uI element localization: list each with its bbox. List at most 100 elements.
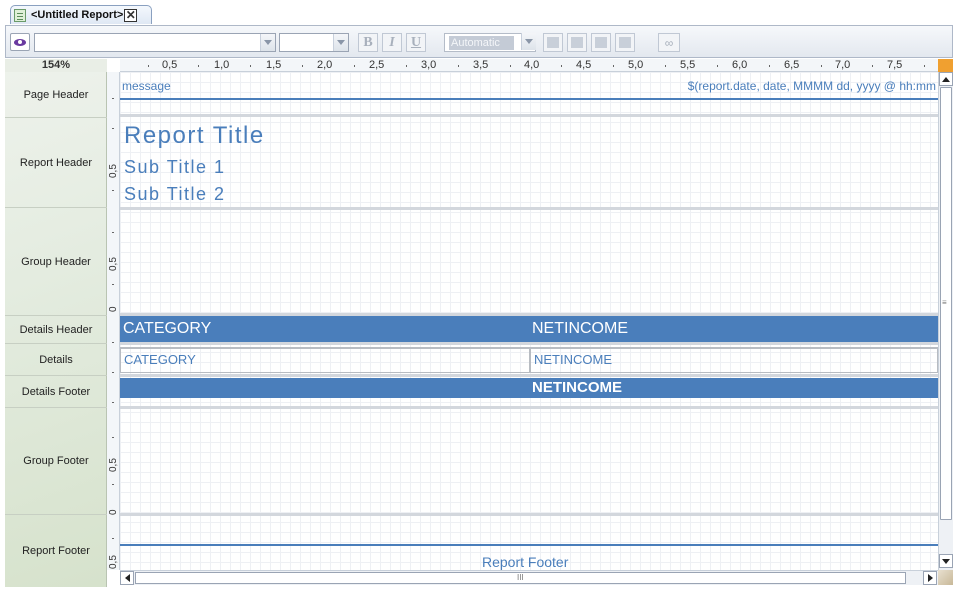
band-page-header[interactable]: Page Header xyxy=(5,73,107,118)
ruler-tick xyxy=(406,65,407,67)
ruler-label: 1,0 xyxy=(214,59,230,71)
horizontal-scroll-thumb[interactable]: III xyxy=(135,572,906,584)
ruler-label: 6,0 xyxy=(732,59,748,71)
arrow-right-icon xyxy=(927,574,933,582)
ruler-label: 7,0 xyxy=(835,59,851,71)
section-divider[interactable] xyxy=(120,513,938,516)
horizontal-ruler: 0,5 1,0 1,5 2,0 2,5 3,0 3,5 4,0 4,5 5,0 … xyxy=(120,59,938,72)
details-netincome-field[interactable]: NETINCOME xyxy=(530,347,938,373)
ruler-label: 1,5 xyxy=(266,59,282,71)
details-footer-netincome[interactable]: NETINCOME xyxy=(532,379,622,396)
report-title[interactable]: Report Title xyxy=(124,122,265,150)
ruler-label: 0,5 xyxy=(108,164,119,178)
chevron-down-icon[interactable] xyxy=(521,33,536,50)
chevron-down-icon[interactable] xyxy=(260,34,275,51)
report-footer-label[interactable]: Report Footer xyxy=(482,554,568,570)
ruler-tick xyxy=(458,65,459,67)
ruler-label: 4,0 xyxy=(524,59,540,71)
vertical-scroll-thumb[interactable]: ≡ xyxy=(940,87,952,520)
details-header-category[interactable]: CATEGORY xyxy=(123,320,211,338)
section-divider[interactable] xyxy=(120,374,938,377)
ruler-tick xyxy=(821,65,822,67)
bold-button[interactable]: B xyxy=(358,33,378,52)
ruler-tick xyxy=(112,190,114,191)
vertical-scrollbar[interactable]: ≡ xyxy=(938,72,953,570)
page-header-message-field[interactable]: message xyxy=(122,79,171,93)
ruler-tick xyxy=(112,232,114,233)
zoom-level[interactable]: 154% xyxy=(5,59,107,72)
page-header-rule xyxy=(120,98,938,100)
tab-untitled-report[interactable]: <Untitled Report> ✕ xyxy=(10,5,152,24)
ruler-corner xyxy=(938,59,953,72)
ruler-label: 2,0 xyxy=(317,59,333,71)
arrow-up-icon xyxy=(942,76,950,82)
grip-icon: ≡ xyxy=(942,298,947,307)
text-color-dropdown[interactable] xyxy=(517,33,536,52)
tab-title: <Untitled Report> xyxy=(31,9,124,21)
align-center-button[interactable] xyxy=(567,33,587,52)
ruler-label: 0 xyxy=(108,509,119,515)
ruler-tick xyxy=(561,65,562,67)
section-divider[interactable] xyxy=(120,406,938,409)
text-color-combo[interactable]: Automatic xyxy=(444,33,536,52)
scroll-up-button[interactable] xyxy=(939,72,953,86)
ruler-tick xyxy=(198,65,199,67)
hyperlink-button[interactable]: ∞ xyxy=(658,33,680,52)
report-canvas[interactable]: message $(report.date, date, MMMM dd, yy… xyxy=(120,72,938,570)
horizontal-scrollbar[interactable]: III xyxy=(120,570,938,585)
ruler-label: 0,5 xyxy=(162,59,178,71)
report-footer-rule xyxy=(120,544,938,546)
ruler-tick xyxy=(112,484,114,485)
align-justify-button[interactable] xyxy=(615,33,635,52)
scroll-down-button[interactable] xyxy=(939,554,953,568)
ruler-tick xyxy=(112,342,114,343)
align-right-button[interactable] xyxy=(591,33,611,52)
font-size-combo[interactable] xyxy=(279,33,349,52)
arrow-left-icon xyxy=(124,574,130,582)
italic-button[interactable]: I xyxy=(382,33,402,52)
page-header-date-field[interactable]: $(report.date, date, MMMM dd, yyyy @ hh:… xyxy=(688,79,936,93)
band-details[interactable]: Details xyxy=(5,344,107,376)
section-divider[interactable] xyxy=(120,342,938,345)
details-footer-bar[interactable]: NETINCOME xyxy=(120,378,938,398)
details-header-bar[interactable]: CATEGORY NETINCOME xyxy=(120,316,938,342)
band-group-footer[interactable]: Group Footer xyxy=(5,408,107,515)
ruler-tick xyxy=(665,65,666,67)
font-family-combo[interactable] xyxy=(34,33,276,52)
sub-title-1[interactable]: Sub Title 1 xyxy=(124,157,226,178)
scroll-left-button[interactable] xyxy=(120,571,134,585)
chevron-down-icon[interactable] xyxy=(333,34,348,51)
details-category-field[interactable]: CATEGORY xyxy=(120,347,530,373)
ruler-label: 3,0 xyxy=(421,59,437,71)
ruler-tick xyxy=(112,284,114,285)
band-report-footer[interactable]: Report Footer xyxy=(5,515,107,587)
band-report-header[interactable]: Report Header xyxy=(5,118,107,208)
details-header-netincome[interactable]: NETINCOME xyxy=(532,320,628,338)
ruler-tick xyxy=(112,402,114,403)
formatting-toolbar: B I U Automatic ∞ xyxy=(5,25,953,58)
link-icon: ∞ xyxy=(664,35,674,50)
section-divider[interactable] xyxy=(120,207,938,210)
ruler-tick xyxy=(112,98,114,99)
band-details-header[interactable]: Details Header xyxy=(5,316,107,344)
ruler-label: 3,5 xyxy=(473,59,489,71)
resize-corner[interactable] xyxy=(938,570,953,585)
sub-title-2[interactable]: Sub Title 2 xyxy=(124,184,226,205)
ruler-label: 5,0 xyxy=(628,59,644,71)
preview-button[interactable] xyxy=(10,33,30,51)
ruler-tick xyxy=(872,65,873,67)
ruler-tick xyxy=(250,65,251,67)
close-icon[interactable]: ✕ xyxy=(124,8,138,22)
band-details-footer[interactable]: Details Footer xyxy=(5,376,107,408)
section-divider[interactable] xyxy=(120,114,938,117)
align-left-button[interactable] xyxy=(543,33,563,52)
ruler-tick xyxy=(613,65,614,67)
underline-button[interactable]: U xyxy=(406,33,426,52)
ruler-tick xyxy=(769,65,770,67)
ruler-label: 2,5 xyxy=(369,59,385,71)
scroll-right-button[interactable] xyxy=(923,571,937,585)
ruler-tick xyxy=(112,128,114,129)
ruler-tick xyxy=(302,65,303,67)
ruler-tick xyxy=(924,65,925,67)
band-group-header[interactable]: Group Header xyxy=(5,208,107,316)
